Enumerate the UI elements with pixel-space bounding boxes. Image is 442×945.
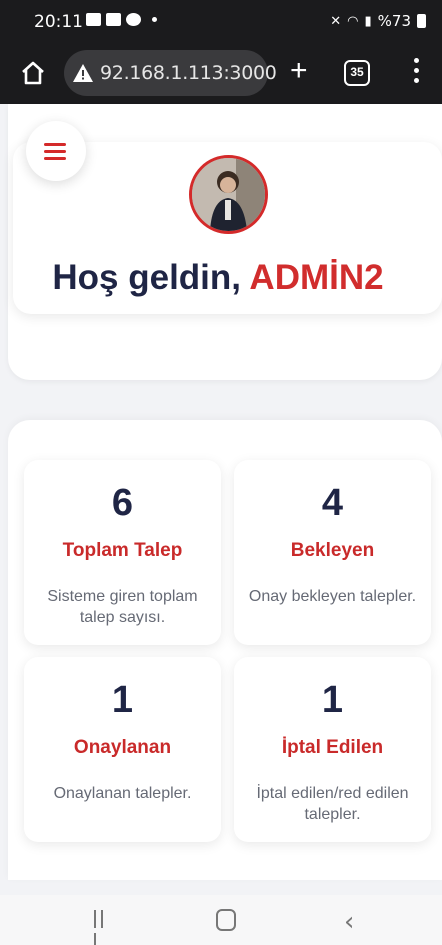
stat-value: 1 bbox=[321, 679, 344, 721]
new-tab-icon[interactable]: + bbox=[290, 56, 308, 86]
stat-card-cancelled: 1 İptal Edilen İptal edilen/red edilen t… bbox=[234, 657, 431, 842]
menu-dots-icon[interactable] bbox=[414, 58, 420, 86]
status-bar: 20:11 ✕ ◠ ▮ %73 bbox=[0, 0, 442, 44]
stat-description: Onaylanan talepler. bbox=[53, 785, 192, 802]
address-bar[interactable]: 92.168.1.113:3000 bbox=[64, 50, 277, 96]
hamburger-icon bbox=[44, 143, 66, 164]
stat-value: 4 bbox=[321, 482, 344, 524]
browser-toolbar: 92.168.1.113:3000 + 35 bbox=[0, 44, 442, 104]
menu-button[interactable] bbox=[26, 121, 86, 181]
greeting-text: Hoş geldin, bbox=[52, 258, 250, 297]
mute-icon: ✕ bbox=[330, 13, 342, 29]
signal-icon: ▮ bbox=[364, 13, 372, 29]
stat-card-total: 6 Toplam Talep Sisteme giren toplam tale… bbox=[24, 460, 221, 645]
stat-description: Sisteme giren toplam talep sayısı. bbox=[47, 588, 198, 626]
wifi-icon: ◠ bbox=[347, 13, 359, 29]
stat-title: Bekleyen bbox=[290, 540, 375, 561]
stat-value: 6 bbox=[111, 482, 134, 524]
stat-title: İptal Edilen bbox=[281, 737, 384, 758]
nav-home-icon[interactable] bbox=[216, 909, 236, 931]
battery-icon bbox=[417, 14, 426, 28]
status-indicators: ✕ ◠ ▮ %73 bbox=[330, 12, 426, 30]
more-notifications-icon bbox=[152, 17, 157, 22]
home-icon[interactable] bbox=[20, 60, 46, 86]
nav-recent-icon[interactable] bbox=[94, 910, 114, 945]
gallery-icon bbox=[86, 13, 101, 26]
nav-back-icon[interactable]: ‹ bbox=[344, 907, 354, 937]
stat-card-approved: 1 Onaylanan Onaylanan talepler. bbox=[24, 657, 221, 842]
avatar-photo bbox=[192, 158, 265, 231]
tabs-icon[interactable]: 35 bbox=[344, 60, 370, 86]
notification-icons bbox=[86, 13, 157, 26]
whatsapp-icon bbox=[126, 13, 141, 26]
stat-title: Onaylanan bbox=[73, 737, 172, 758]
url-text[interactable]: 92.168.1.113:3000 bbox=[100, 62, 277, 84]
stat-title: Toplam Talep bbox=[62, 540, 183, 561]
battery-text: %73 bbox=[377, 12, 411, 30]
youtube-icon bbox=[106, 13, 121, 26]
warning-icon[interactable] bbox=[73, 64, 93, 82]
system-navigation-bar: ‹ bbox=[0, 895, 442, 945]
stat-description: Onay bekleyen talepler. bbox=[248, 588, 417, 605]
user-name: ADMİN2 bbox=[249, 258, 384, 297]
stat-value: 1 bbox=[111, 679, 134, 721]
stat-description: İptal edilen/red edilen talepler. bbox=[256, 785, 409, 823]
page-title: Hoş geldin, ADMİN2 bbox=[13, 258, 423, 298]
stat-card-pending: 4 Bekleyen Onay bekleyen talepler. bbox=[234, 460, 431, 645]
status-time: 20:11 bbox=[34, 12, 83, 32]
avatar bbox=[189, 155, 268, 234]
